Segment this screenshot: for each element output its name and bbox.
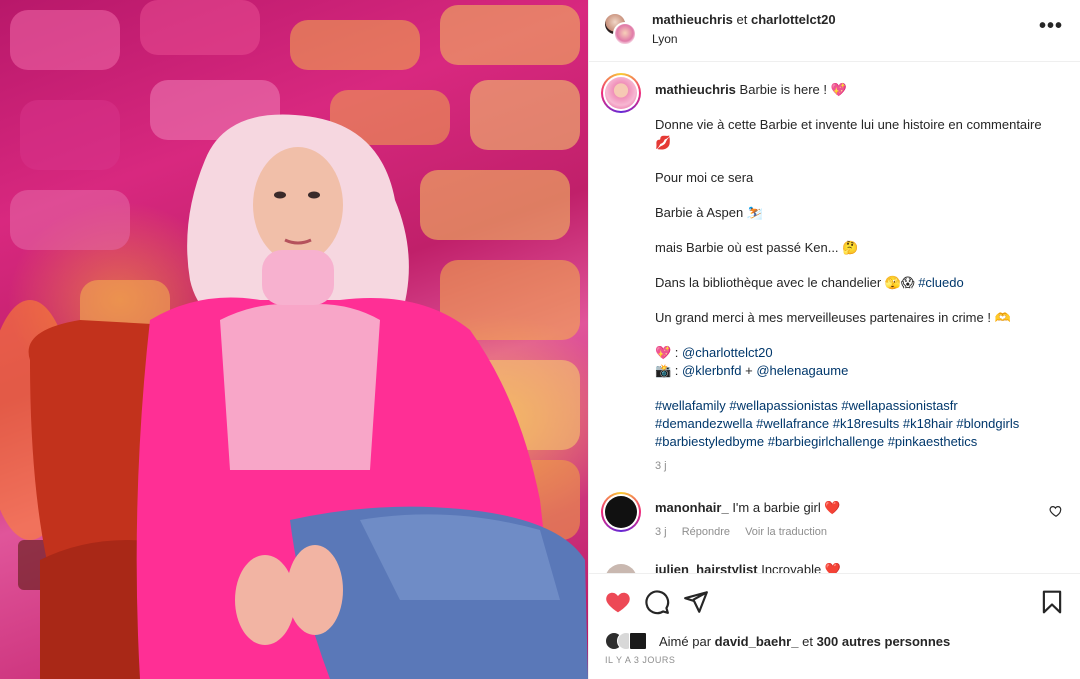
caption-text: Dans la bibliothèque avec le chandelier … (655, 275, 915, 290)
more-dots-icon[interactable]: ••• (1039, 16, 1063, 36)
post-authors: mathieuchris et charlottelct20 (652, 12, 836, 27)
caption-timestamp: 3 j (655, 460, 667, 472)
liker-username[interactable]: david_baehr_ (715, 634, 799, 649)
post-photo[interactable] (0, 0, 588, 679)
credit-plus: + (741, 363, 757, 378)
comment-time: 3 j (655, 526, 667, 538)
likers-avatars (605, 630, 657, 652)
caption-credits: 💖 : @charlottelct20 📸 : @klerbnfd + @hel… (655, 344, 1055, 380)
comment-body: Incroyable ❤️ (761, 562, 841, 573)
hashtag-link[interactable]: #cluedo (918, 275, 964, 290)
photo-illustration (0, 0, 588, 679)
comment-text: manonhair_ I'm a barbie girl ❤️ (655, 500, 841, 516)
collab-avatars[interactable] (603, 12, 639, 48)
translate-button[interactable]: Voir la traduction (745, 526, 827, 538)
share-paper-plane-icon[interactable] (683, 589, 709, 615)
author-connector: et (736, 12, 748, 27)
mention-link[interactable]: @charlottelct20 (682, 345, 773, 360)
credit-prefix: 💖 : (655, 345, 683, 360)
save-bookmark-icon[interactable] (1039, 589, 1065, 615)
avatar (605, 77, 637, 109)
likes-prefix: Aimé par (659, 634, 712, 649)
caption-line: Barbie is here ! 💖 (739, 82, 847, 97)
avatar (613, 22, 637, 46)
post-panel: mathieuchris et charlottelct20 Lyon ••• … (588, 0, 1080, 679)
comment-text: julien_hairstylist Incroyable ❤️ (655, 562, 841, 573)
like-heart-icon[interactable] (605, 589, 631, 615)
likes-connector: et (802, 634, 813, 649)
caption-paragraph: Pour moi ce sera (655, 170, 754, 185)
caption-hashtags[interactable]: #wellafamily #wellapassionistas #wellapa… (655, 397, 1055, 451)
comments-list[interactable]: mathieuchris Barbie is here ! 💖 Donne vi… (589, 63, 1080, 573)
author-link[interactable]: mathieuchris (652, 12, 733, 27)
avatar (629, 632, 647, 650)
comment-meta: 3 j Répondre Voir la traduction (655, 526, 839, 538)
post-date: IL Y A 3 JOURS (605, 655, 676, 665)
location-link[interactable]: Lyon (652, 32, 678, 46)
comment-username[interactable]: julien_hairstylist (655, 562, 758, 573)
reply-button[interactable]: Répondre (682, 526, 730, 538)
comment-username[interactable]: manonhair_ (655, 500, 729, 515)
mention-link[interactable]: @klerbnfd (682, 363, 741, 378)
comment-avatar[interactable] (601, 492, 641, 532)
caption-paragraph: mais Barbie où est passé Ken... 🤔 (655, 240, 859, 255)
post-caption: mathieuchris Barbie is here ! 💖 Donne vi… (655, 81, 1055, 468)
post-actions: Aimé par david_baehr_ et 300 autres pers… (589, 573, 1080, 679)
caption-paragraph: Un grand merci à mes merveilleuses parte… (655, 310, 1011, 325)
caption-avatar[interactable] (601, 73, 641, 113)
comment-bubble-icon[interactable] (644, 589, 670, 615)
post-header: mathieuchris et charlottelct20 Lyon ••• (589, 0, 1080, 62)
caption-username[interactable]: mathieuchris (655, 82, 736, 97)
author-link[interactable]: charlottelct20 (751, 12, 836, 27)
avatar (605, 496, 637, 528)
caption-paragraph: Donne vie à cette Barbie et invente lui … (655, 117, 1042, 150)
caption-paragraph-cluedo: Dans la bibliothèque avec le chandelier … (655, 274, 1055, 292)
likes-others[interactable]: 300 autres personnes (817, 634, 951, 649)
avatar[interactable] (605, 564, 637, 573)
mention-link[interactable]: @helenagaume (756, 363, 848, 378)
credit-prefix: 📸 : (655, 363, 683, 378)
comment-body: I'm a barbie girl ❤️ (732, 500, 841, 515)
caption-paragraph: Barbie à Aspen ⛷️ (655, 205, 763, 220)
likes-text: Aimé par david_baehr_ et 300 autres pers… (659, 634, 950, 649)
comment-like-heart-icon[interactable] (1049, 504, 1063, 518)
